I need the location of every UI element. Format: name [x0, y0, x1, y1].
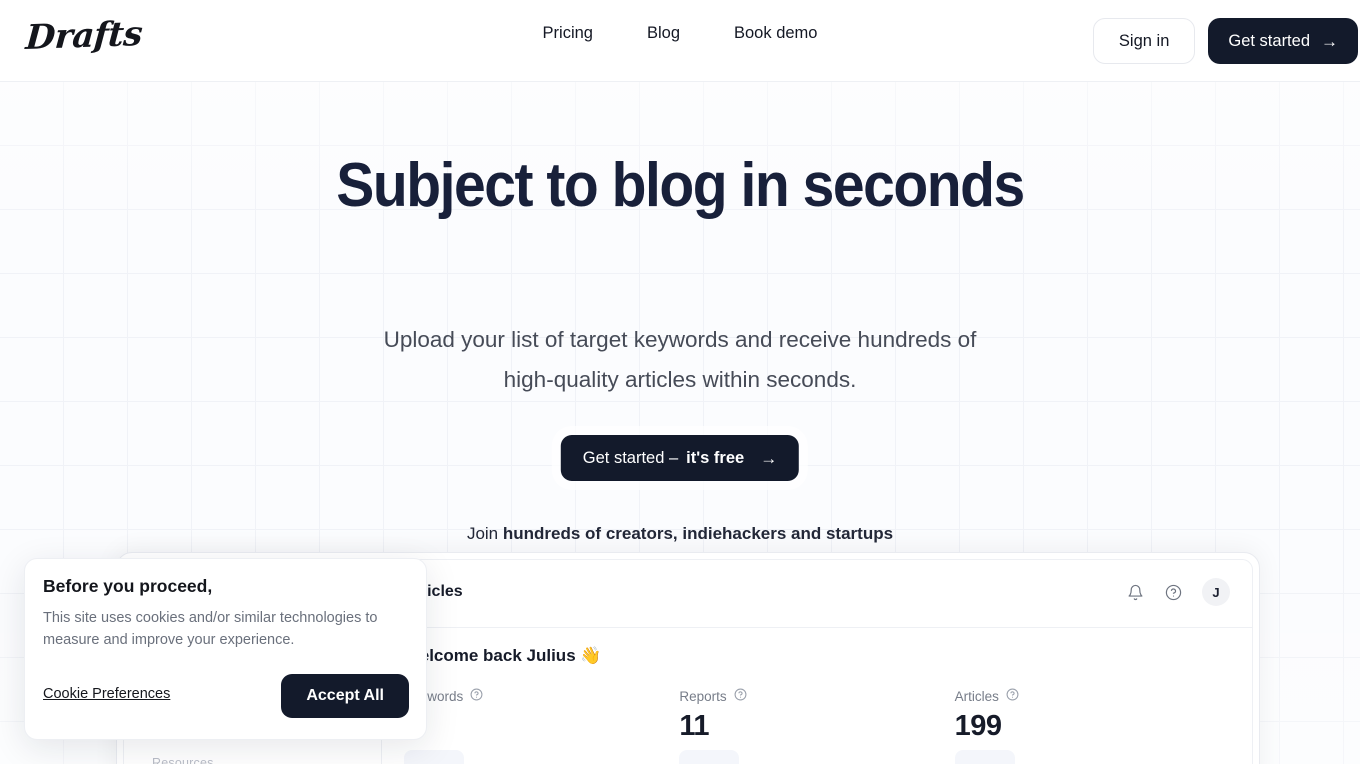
get-started-button[interactable]: Get started → — [1208, 18, 1358, 64]
stat-value: 2 — [404, 709, 679, 743]
bell-icon[interactable] — [1124, 581, 1146, 603]
social-proof-lead: Join — [466, 524, 503, 543]
help-circle-icon[interactable] — [1006, 688, 1019, 704]
avatar[interactable]: J — [1202, 578, 1230, 606]
stat-label: Articles — [954, 688, 999, 704]
brand-logo[interactable]: Drafts — [24, 14, 143, 58]
stats-row: Keywords 2 Reports — [404, 688, 1230, 764]
hero-cta-emphasis: it's free — [686, 448, 745, 467]
hero-get-started-button[interactable]: Get started – it's free → — [560, 435, 800, 481]
nav-link-pricing[interactable]: Pricing — [543, 22, 593, 44]
stat-header: Reports — [679, 688, 954, 704]
hero-subtitle: Upload your list of target keywords and … — [383, 327, 977, 392]
nav-link-book-demo[interactable]: Book demo — [734, 22, 817, 44]
stat-chip — [404, 750, 464, 764]
arrow-right-icon: → — [760, 448, 778, 468]
stat-label: Reports — [679, 688, 727, 704]
stat-value: 199 — [954, 710, 1002, 742]
top-navigation-bar: Drafts Pricing Blog Book demo Sign in Ge… — [0, 0, 1360, 82]
sign-in-button[interactable]: Sign in — [1092, 18, 1196, 64]
accept-all-button[interactable]: Accept All — [281, 674, 409, 718]
stat-card-keywords: Keywords 2 — [404, 688, 679, 764]
stat-card-reports: Reports 11 — [679, 688, 954, 764]
primary-nav: Pricing Blog Book demo — [543, 22, 818, 44]
cookie-preferences-link[interactable]: Cookie Preferences — [43, 686, 170, 702]
stat-header: Keywords — [404, 688, 679, 704]
app-topbar-icons: J — [1124, 578, 1230, 606]
cookie-consent-dialog: Before you proceed, This site uses cooki… — [24, 558, 427, 740]
help-circle-icon[interactable] — [1162, 581, 1184, 603]
sidebar-section-resources[interactable]: Resources — [152, 756, 214, 764]
cookie-dialog-title: Before you proceed, — [43, 576, 213, 596]
landing-page: Drafts Pricing Blog Book demo Sign in Ge… — [0, 0, 1360, 764]
social-proof-bold: hundreds of creators, indiehackers and s… — [502, 524, 894, 543]
stat-value: 11 — [679, 710, 709, 742]
help-circle-icon[interactable] — [734, 688, 747, 704]
get-started-label: Get started — [1228, 31, 1310, 50]
stat-card-articles: Articles 199 — [954, 688, 1230, 764]
hero-cta-label: Get started – — [582, 448, 679, 467]
app-topbar: Articles J — [382, 560, 1252, 628]
hero-cta-halo: Get started – it's free → — [551, 426, 809, 490]
nav-link-blog[interactable]: Blog — [647, 22, 680, 44]
stat-chip — [679, 750, 740, 764]
nav-actions: Sign in Get started → — [1092, 18, 1358, 64]
cookie-dialog-body: This site uses cookies and/or similar te… — [43, 610, 378, 648]
app-main-area: Articles J Welcome back Julius 👋 Keyword… — [382, 560, 1252, 764]
page-title: Subject to blog in seconds — [336, 151, 1025, 220]
stat-chip — [954, 750, 1015, 764]
help-circle-icon[interactable] — [470, 688, 483, 704]
arrow-right-icon: → — [1321, 31, 1338, 51]
welcome-message: Welcome back Julius 👋 — [404, 646, 602, 665]
stat-header: Articles — [955, 688, 1230, 704]
